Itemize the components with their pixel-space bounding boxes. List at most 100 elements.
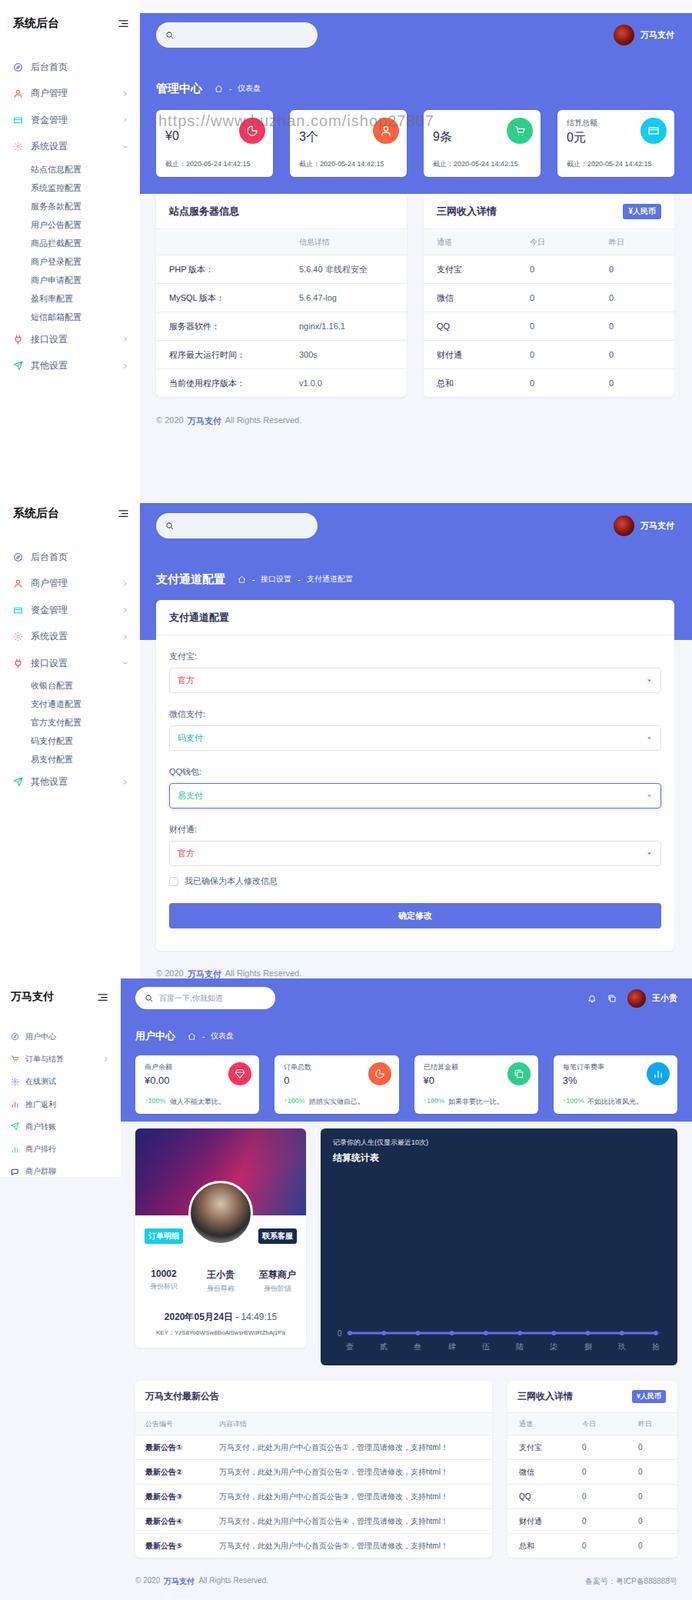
footer-brand[interactable]: 万马支付 [187,968,222,979]
breadcrumb-item[interactable]: 支付通道配置 [306,573,353,585]
sidebar-item[interactable]: 其他设置 [0,768,140,796]
sidebar-item[interactable]: 商户管理 [0,80,140,108]
sidebar-item[interactable]: 后台首页 [0,53,140,81]
sidebar-subitem[interactable]: 支付通道配置 [0,695,140,714]
data-point[interactable] [483,1330,489,1335]
trend: ↑100% [562,1096,585,1107]
channel-select[interactable]: 官方 [169,840,662,866]
sidebar-subitem[interactable]: 盈利率配置 [0,289,140,308]
table-cell: 0 [638,1491,666,1501]
table-cell: nginx/1.16.1 [299,321,394,331]
footer-brand[interactable]: 万马支付 [187,415,222,427]
data-point[interactable] [619,1330,625,1335]
bell-icon[interactable] [587,993,597,1003]
stat-card: 已结算金额¥0↑100%如果非要比一比。 [414,1054,539,1114]
sidebar-item[interactable]: 推广返利 [0,1092,121,1115]
sidebar-subitem[interactable]: 官方支付配置 [0,713,140,732]
home-icon[interactable] [187,1031,197,1041]
sidebar-item[interactable]: 在线测试 [0,1070,121,1093]
data-point[interactable] [585,1330,591,1335]
table-header: 通道今日昨日 [423,229,675,255]
user-menu[interactable]: 王小贵 [587,988,678,1008]
sidebar-item[interactable]: 用户中心 [0,1024,121,1048]
data-point[interactable] [347,1330,353,1335]
user-menu[interactable]: 万马支付 [613,515,675,536]
table-row: 最新公告①万马支付，此处为用户中心首页公告①，管理员请修改，支持html！ [135,1433,493,1459]
menu-icon[interactable] [117,507,130,519]
search-field[interactable]: 百度一下,你就知道 [135,986,276,1009]
stat-label [299,117,319,128]
sidebar-subitem[interactable]: 服务条款配置 [0,196,140,216]
sidebar-subitem[interactable]: 商品拦截配置 [0,233,140,253]
sidebar-item[interactable]: 接口设置 [0,649,140,677]
checkbox[interactable] [169,876,179,886]
sidebar-subitem[interactable]: 码支付配置 [0,731,140,751]
submit-button[interactable]: 确定修改 [169,902,662,929]
data-point[interactable] [517,1330,523,1335]
brand-title: 系统后台 [13,505,60,521]
stat-label: 结算总额 [566,117,598,129]
sidebar-item[interactable]: 系统设置 [0,623,140,651]
sidebar-item[interactable]: 商户群聊 [0,1160,121,1177]
channel-select[interactable]: 易支付 [169,782,662,809]
footer-brand[interactable]: 万马支付 [163,1575,195,1587]
chevron-right-icon [121,778,130,786]
sidebar-item-label: 资金管理 [30,113,114,127]
home-icon[interactable] [237,575,247,584]
confirm-checkbox[interactable]: 我已确保为本人修改信息 [169,874,662,887]
data-point[interactable] [449,1330,455,1335]
data-point[interactable] [653,1330,659,1335]
breadcrumb-item[interactable]: 仪表盘 [210,1030,234,1042]
sidebar-subitem[interactable]: 易支付配置 [0,750,140,769]
sidebar-subitem[interactable]: 商户登录配置 [0,252,140,271]
sidebar-item[interactable]: 后台首页 [0,543,140,571]
home-icon[interactable] [214,84,223,94]
sidebar-item[interactable]: 商户管理 [0,570,140,598]
sidebar-nav: 用户中心订单与结算在线测试推广返利商户转账商户排行商户群聊 [0,1024,121,1177]
sidebar-item[interactable]: 系统设置 [0,133,140,161]
profile-date: 2020年05月24日- 14:49:15 [135,1310,307,1324]
table-row: 支付宝00 [423,254,675,283]
sidebar-item[interactable]: 商户转账 [0,1114,121,1138]
table-cell: 0 [608,321,662,331]
panel-header: 万马支付最新公告 [135,1380,493,1413]
search-field[interactable] [156,22,318,48]
sidebar-item[interactable]: 资金管理 [0,106,140,134]
user-menu[interactable]: 万马支付 [613,24,675,46]
table-row: 财付通00 [507,1507,678,1533]
data-point[interactable] [415,1330,420,1335]
data-point[interactable] [551,1330,556,1335]
stat-note-text: 做人不能太攀比。 [169,1096,226,1107]
breadcrumb-separator: - [252,575,255,584]
breadcrumb-item[interactable]: 接口设置 [260,573,292,585]
menu-icon[interactable] [117,17,130,30]
sidebar-subitem[interactable]: 用户公告配置 [0,215,140,234]
column-header: 内容详情 [219,1418,483,1429]
orders-button[interactable]: 订单明细 [144,1227,183,1244]
panel-title: 站点服务器信息 [169,204,240,219]
table-cell: 支付宝 [436,263,530,276]
sidebar-item[interactable]: 其他设置 [0,352,140,380]
table-cell: MySQL 版本： [169,292,300,304]
sidebar-item[interactable]: 接口设置 [0,326,140,353]
card-icon [13,605,24,616]
sidebar-item[interactable]: 商户排行 [0,1137,121,1160]
sidebar-subitem[interactable]: 短信邮箱配置 [0,307,140,327]
icp-record[interactable]: 备案号：粤ICP备888888号 [585,1575,678,1587]
sidebar-item[interactable]: 资金管理 [0,596,140,624]
channel-select[interactable]: 官方 [169,667,662,693]
table-row: PHP 版本：5.6.40 非线程安全 [156,254,407,283]
channel-select[interactable]: 码支付 [169,725,662,751]
sidebar-subitem[interactable]: 站点信息配置 [0,159,140,179]
breadcrumb-item[interactable]: 仪表盘 [237,83,261,94]
support-button[interactable]: 联系客服 [258,1227,297,1244]
sidebar-subitem[interactable]: 收银台配置 [0,676,140,696]
sidebar-subitem[interactable]: 商户申请配置 [0,270,140,290]
search-field[interactable] [156,512,318,539]
copy-icon[interactable] [607,993,617,1003]
sidebar-item[interactable]: 订单与结算 [0,1047,121,1070]
data-point[interactable] [381,1330,386,1335]
sidebar-subitem[interactable]: 系统监控配置 [0,178,140,197]
menu-icon[interactable] [96,991,109,1003]
table-cell: 支付宝 [519,1441,583,1453]
